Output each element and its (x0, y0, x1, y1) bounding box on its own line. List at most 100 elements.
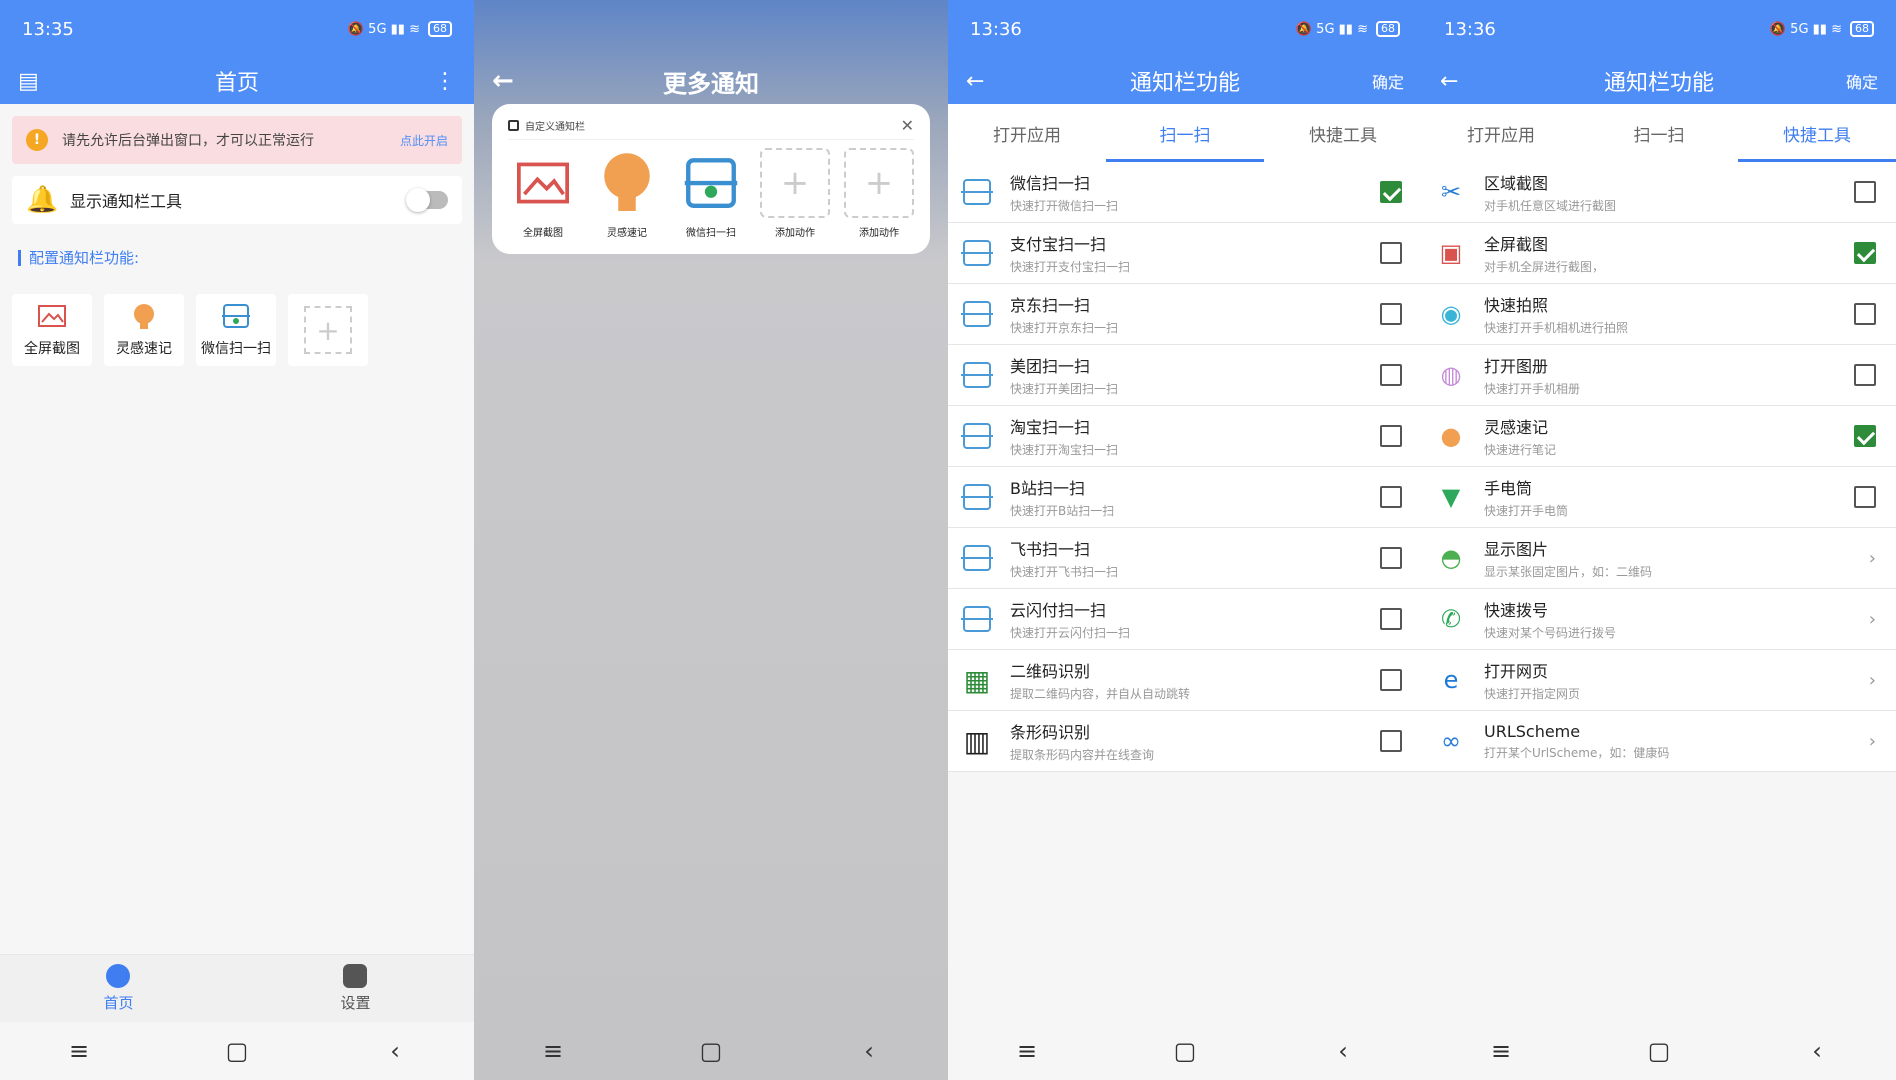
qr-code-icon: ▦ (963, 663, 991, 697)
back-arrow-icon[interactable]: ← (492, 66, 514, 96)
checkbox[interactable] (1854, 425, 1876, 447)
checkbox[interactable] (1380, 303, 1402, 325)
list-item[interactable]: 云闪付扫一扫 快速打开云闪付扫一扫 (948, 589, 1422, 650)
list-item[interactable]: ▼ 手电筒 快速打开手电筒 (1422, 467, 1896, 528)
home-nav-icon[interactable]: ▢ (217, 1037, 257, 1065)
list-item[interactable]: ◍ 打开图册 快速打开手机相册 (1422, 345, 1896, 406)
back-nav-icon[interactable]: ‹ (375, 1037, 415, 1065)
tab-scan[interactable]: 扫一扫 (1106, 104, 1264, 162)
menu-nav-icon[interactable]: ≡ (1007, 1037, 1047, 1065)
more-menu-icon[interactable]: ⋮ (434, 69, 456, 94)
notification-toggle[interactable] (406, 188, 448, 212)
chevron-right-icon[interactable]: › (1869, 548, 1876, 569)
list-item[interactable]: ◉ 快速拍照 快速打开手机相机进行拍照 (1422, 284, 1896, 345)
warning-text: 请先允许后台弹出窗口，才可以正常运行 (62, 133, 314, 149)
list-item[interactable]: 美团扫一扫 快速打开美团扫一扫 (948, 345, 1422, 406)
close-icon[interactable]: ✕ (901, 116, 914, 135)
checkbox[interactable] (1380, 669, 1402, 691)
list-item[interactable]: ▣ 全屏截图 对手机全屏进行截图， (1422, 223, 1896, 284)
back-nav-icon[interactable]: ‹ (849, 1037, 889, 1065)
browser-icon: e (1443, 666, 1459, 694)
bulb-icon (604, 153, 650, 211)
scissors-icon: ✂ (1440, 178, 1462, 206)
checkbox[interactable] (1380, 730, 1402, 752)
tab-home[interactable]: 首页 (103, 964, 134, 1013)
tile-fullscreen-screenshot[interactable]: 全屏截图 (12, 294, 92, 366)
list-item[interactable]: 飞书扫一扫 快速打开飞书扫一扫 (948, 528, 1422, 589)
menu-nav-icon[interactable]: ≡ (533, 1037, 573, 1065)
tools-list: ✂ 区域截图 对手机任意区域进行截图 ▣ 全屏截图 对手机全屏进行截图， ◉ 快速拍照 快速打开… (1422, 162, 1896, 772)
tab-open-app[interactable]: 打开应用 (1422, 104, 1580, 162)
checkbox[interactable] (1380, 547, 1402, 569)
list-item[interactable]: 京东扫一扫 快速打开京东扫一扫 (948, 284, 1422, 345)
back-arrow-icon[interactable]: ← (966, 69, 984, 94)
list-item[interactable]: ◓ 显示图片 显示某张固定图片，如：二维码 › (1422, 528, 1896, 589)
chevron-right-icon[interactable]: › (1869, 731, 1876, 752)
item-title: 灵感速记 (1484, 418, 1549, 437)
scan-icon (961, 482, 993, 512)
item-subtitle: 快速打开云闪付扫一扫 (1010, 626, 1131, 640)
tab-shortcuts[interactable]: 快捷工具 (1264, 104, 1422, 162)
notif-item-screenshot[interactable]: 全屏截图 (508, 148, 578, 239)
list-item[interactable]: 支付宝扫一扫 快速打开支付宝扫一扫 (948, 223, 1422, 284)
notif-item-wechat-scan[interactable]: 微信扫一扫 (676, 148, 746, 239)
log-icon[interactable]: ▤ (18, 69, 39, 94)
list-item[interactable]: 微信扫一扫 快速打开微信扫一扫 (948, 162, 1422, 223)
checkbox[interactable] (1854, 486, 1876, 508)
checkbox[interactable] (1380, 486, 1402, 508)
list-item[interactable]: ▥ 条形码识别 提取条形码内容并在线查询 (948, 711, 1422, 772)
battery-icon: 68 (1850, 21, 1874, 37)
list-item[interactable]: ▦ 二维码识别 提取二维码内容，并自从自动跳转 (948, 650, 1422, 711)
checkbox[interactable] (1380, 425, 1402, 447)
list-item[interactable]: e 打开网页 快速打开指定网页 › (1422, 650, 1896, 711)
checkbox[interactable] (1380, 181, 1402, 203)
tab-open-app[interactable]: 打开应用 (948, 104, 1106, 162)
list-item[interactable]: ● 灵感速记 快速进行笔记 (1422, 406, 1896, 467)
tile-label: 微信扫一扫 (201, 341, 271, 357)
enable-link[interactable]: 点此开启 (400, 132, 448, 149)
checkbox[interactable] (1854, 181, 1876, 203)
link-icon: ∞ (1441, 727, 1461, 755)
home-nav-icon[interactable]: ▢ (691, 1037, 731, 1065)
menu-nav-icon[interactable]: ≡ (59, 1037, 99, 1065)
tile-inspiration-note[interactable]: 灵感速记 (104, 294, 184, 366)
system-nav-bar: ≡ ▢ ‹ (948, 1022, 1422, 1080)
tile-add[interactable]: + (288, 294, 368, 366)
tab-scan[interactable]: 扫一扫 (1580, 104, 1738, 162)
home-nav-icon[interactable]: ▢ (1165, 1037, 1205, 1065)
back-arrow-icon[interactable]: ← (1440, 69, 1458, 94)
status-bar: 13:35 🔕 5G ▮▮ ≋ 68 (0, 0, 474, 58)
notif-item-add[interactable]: + 添加动作 (844, 148, 914, 239)
back-nav-icon[interactable]: ‹ (1323, 1037, 1363, 1065)
checkbox[interactable] (1380, 242, 1402, 264)
notif-item-note[interactable]: 灵感速记 (592, 148, 662, 239)
list-item[interactable]: 淘宝扫一扫 快速打开淘宝扫一扫 (948, 406, 1422, 467)
bell-icon: 🔔 (26, 185, 59, 215)
gear-icon (343, 964, 368, 988)
home-nav-icon[interactable]: ▢ (1639, 1037, 1679, 1065)
checkbox[interactable] (1380, 608, 1402, 630)
checkbox[interactable] (1854, 242, 1876, 264)
gallery-icon: ◍ (1440, 361, 1462, 389)
item-subtitle: 快速打开手机相机进行拍照 (1484, 321, 1629, 335)
chevron-right-icon[interactable]: › (1869, 670, 1876, 691)
signal-icon: 🔕 5G ▮▮ ≋ (347, 21, 420, 37)
checkbox[interactable] (1854, 364, 1876, 386)
list-item[interactable]: ∞ URLScheme 打开某个UrlScheme，如：健康码 › (1422, 711, 1896, 772)
tab-shortcuts[interactable]: 快捷工具 (1738, 104, 1896, 162)
menu-nav-icon[interactable]: ≡ (1481, 1037, 1521, 1065)
list-item[interactable]: B站扫一扫 快速打开B站扫一扫 (948, 467, 1422, 528)
tile-wechat-scan[interactable]: 微信扫一扫 (196, 294, 276, 366)
checkbox[interactable] (1380, 364, 1402, 386)
checkbox[interactable] (1854, 303, 1876, 325)
list-item[interactable]: ✆ 快速拨号 快速对某个号码进行拨号 › (1422, 589, 1896, 650)
notif-item-add[interactable]: + 添加动作 (760, 148, 830, 239)
chevron-right-icon[interactable]: › (1869, 609, 1876, 630)
scan-icon (961, 543, 993, 573)
confirm-button[interactable]: 确定 (1846, 69, 1878, 93)
back-nav-icon[interactable]: ‹ (1797, 1037, 1837, 1065)
list-item[interactable]: ✂ 区域截图 对手机任意区域进行截图 (1422, 162, 1896, 223)
tab-settings[interactable]: 设置 (340, 964, 371, 1013)
confirm-button[interactable]: 确定 (1372, 69, 1404, 93)
scan-list: 微信扫一扫 快速打开微信扫一扫 支付宝扫一扫 快速打开支付宝扫一扫 京东扫一扫 快速打开京… (948, 162, 1422, 772)
